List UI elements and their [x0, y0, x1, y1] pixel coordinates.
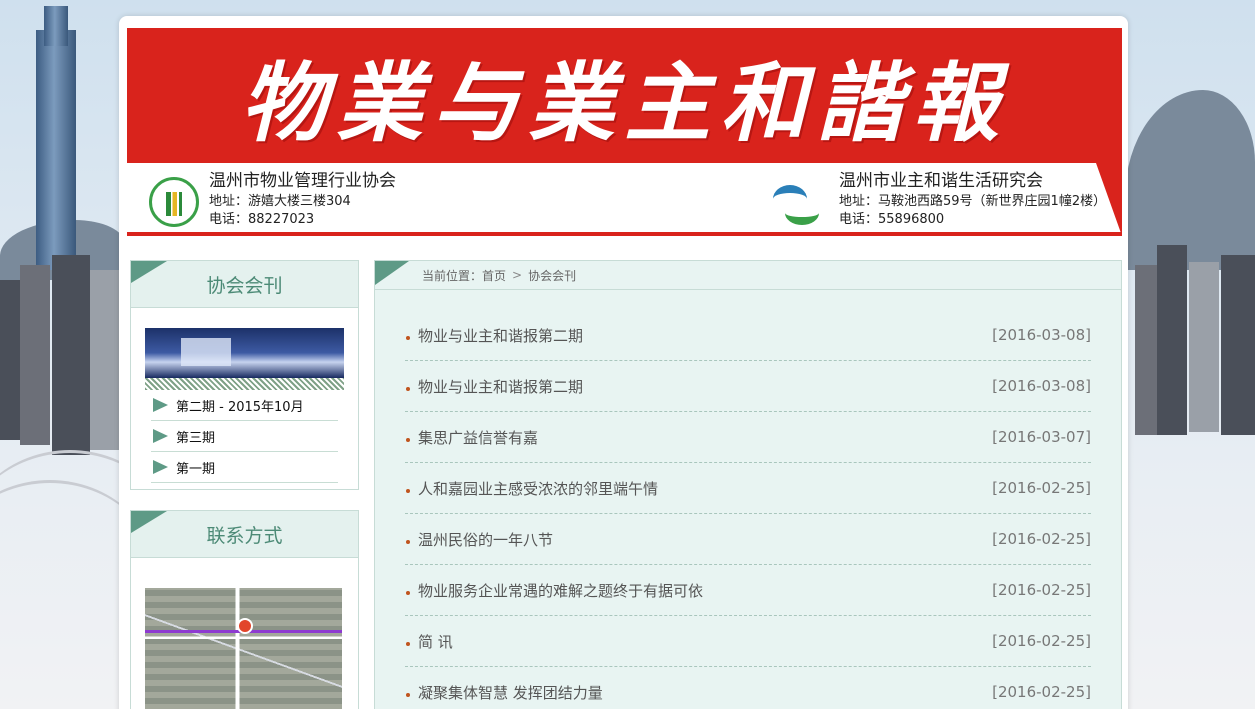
- issue-item[interactable]: 第三期: [151, 421, 338, 452]
- journal-panel: 协会会刊 第二期 - 2015年10月 第三期 第一期: [130, 260, 359, 490]
- news-date: [2016-02-25]: [992, 530, 1091, 548]
- news-item[interactable]: 温州民俗的一年八节 [2016-02-25]: [405, 514, 1091, 565]
- corner-decoration-icon: [131, 261, 167, 283]
- banner-title: 物業与業主和諧報: [240, 53, 1009, 154]
- org-right-address: 地址：马鞍池西路59号（新世界庄园1幢2楼）: [839, 194, 1107, 209]
- breadcrumb: 当前位置： 首页 > 协会会刊: [375, 261, 1121, 290]
- issue-label[interactable]: 第一期: [176, 458, 215, 477]
- journal-panel-header: 协会会刊: [131, 261, 358, 308]
- arrow-right-icon: [153, 429, 168, 443]
- org-left-phone: 电话：88227023: [209, 212, 315, 227]
- main-content: 当前位置： 首页 > 协会会刊 物业与业主和谐报第二期 [2016-03-08]…: [374, 260, 1122, 709]
- news-title-link[interactable]: 物业与业主和谐报第二期: [418, 376, 583, 397]
- background-city-left: [0, 0, 180, 709]
- arrow-right-icon: [153, 398, 168, 412]
- bullet-icon: [406, 438, 410, 442]
- news-item[interactable]: 人和嘉园业主感受浓浓的邻里端午情 [2016-02-25]: [405, 463, 1091, 514]
- news-date: [2016-02-25]: [992, 632, 1091, 650]
- news-title-link[interactable]: 人和嘉园业主感受浓浓的邻里端午情: [418, 478, 658, 499]
- news-list: 物业与业主和谐报第二期 [2016-03-08] 物业与业主和谐报第二期 [20…: [375, 290, 1121, 709]
- map-pin-icon: [237, 618, 253, 634]
- issue-label[interactable]: 第三期: [176, 427, 215, 446]
- news-item[interactable]: 物业服务企业常遇的难解之题终于有据可依 [2016-02-25]: [405, 565, 1091, 616]
- sidebar: 协会会刊 第二期 - 2015年10月 第三期 第一期 联系方式: [130, 260, 359, 709]
- page-container: 物業与業主和諧報 温州市物业管理行业协会 地址：游嬉大楼三楼304 电话：882…: [119, 16, 1128, 709]
- bullet-icon: [406, 591, 410, 595]
- issue-item[interactable]: 第二期 - 2015年10月: [151, 390, 338, 421]
- bullet-icon: [406, 540, 410, 544]
- breadcrumb-prefix: 当前位置：: [422, 268, 483, 283]
- bullet-icon: [406, 642, 410, 646]
- association-logo-icon: [149, 177, 199, 227]
- bullet-icon: [406, 693, 410, 697]
- org-right-phone: 电话：55896800: [839, 212, 945, 227]
- news-date: [2016-02-25]: [992, 479, 1091, 497]
- journal-panel-title: 协会会刊: [206, 274, 283, 297]
- org-left-address: 地址：游嬉大楼三楼304: [209, 194, 351, 209]
- contact-panel-header: 联系方式: [131, 511, 358, 558]
- header-banner: 物業与業主和諧報 温州市物业管理行业协会 地址：游嬉大楼三楼304 电话：882…: [127, 28, 1122, 236]
- news-item[interactable]: 凝聚集体智慧 发挥团结力量 [2016-02-25]: [405, 667, 1091, 709]
- news-title-link[interactable]: 物业与业主和谐报第二期: [418, 325, 583, 346]
- news-date: [2016-03-07]: [992, 428, 1091, 446]
- bullet-icon: [406, 336, 410, 340]
- news-date: [2016-02-25]: [992, 683, 1091, 701]
- news-item[interactable]: 简 讯 [2016-02-25]: [405, 616, 1091, 667]
- research-logo-icon: [769, 183, 823, 225]
- org-right-name: 温州市业主和谐生活研究会: [839, 171, 1043, 191]
- corner-decoration-icon: [375, 261, 409, 285]
- issue-list: 第二期 - 2015年10月 第三期 第一期: [145, 390, 344, 489]
- news-title-link[interactable]: 温州民俗的一年八节: [418, 529, 553, 550]
- journal-cover-image[interactable]: [145, 328, 344, 390]
- news-item[interactable]: 物业与业主和谐报第二期 [2016-03-08]: [405, 361, 1091, 412]
- news-title-link[interactable]: 集思广益信誉有嘉: [418, 427, 538, 448]
- news-item[interactable]: 物业与业主和谐报第二期 [2016-03-08]: [405, 310, 1091, 361]
- location-map-image[interactable]: [145, 588, 342, 709]
- contact-panel: 联系方式: [130, 510, 359, 709]
- news-date: [2016-03-08]: [992, 326, 1091, 344]
- news-date: [2016-03-08]: [992, 377, 1091, 395]
- news-title-link[interactable]: 凝聚集体智慧 发挥团结力量: [418, 682, 603, 703]
- issue-item[interactable]: 第一期: [151, 452, 338, 483]
- breadcrumb-separator: >: [512, 268, 523, 282]
- arrow-right-icon: [153, 460, 168, 474]
- breadcrumb-home-link[interactable]: 首页: [482, 267, 506, 284]
- org-left-name: 温州市物业管理行业协会: [209, 171, 396, 191]
- contact-panel-title: 联系方式: [206, 524, 283, 547]
- bullet-icon: [406, 489, 410, 493]
- bullet-icon: [406, 387, 410, 391]
- breadcrumb-current[interactable]: 协会会刊: [528, 267, 576, 284]
- news-title-link[interactable]: 简 讯: [418, 631, 453, 652]
- background-city-right: [1125, 0, 1255, 709]
- corner-decoration-icon: [131, 511, 167, 533]
- news-date: [2016-02-25]: [992, 581, 1091, 599]
- issue-label[interactable]: 第二期 - 2015年10月: [176, 396, 304, 415]
- news-title-link[interactable]: 物业服务企业常遇的难解之题终于有据可依: [418, 580, 703, 601]
- news-item[interactable]: 集思广益信誉有嘉 [2016-03-07]: [405, 412, 1091, 463]
